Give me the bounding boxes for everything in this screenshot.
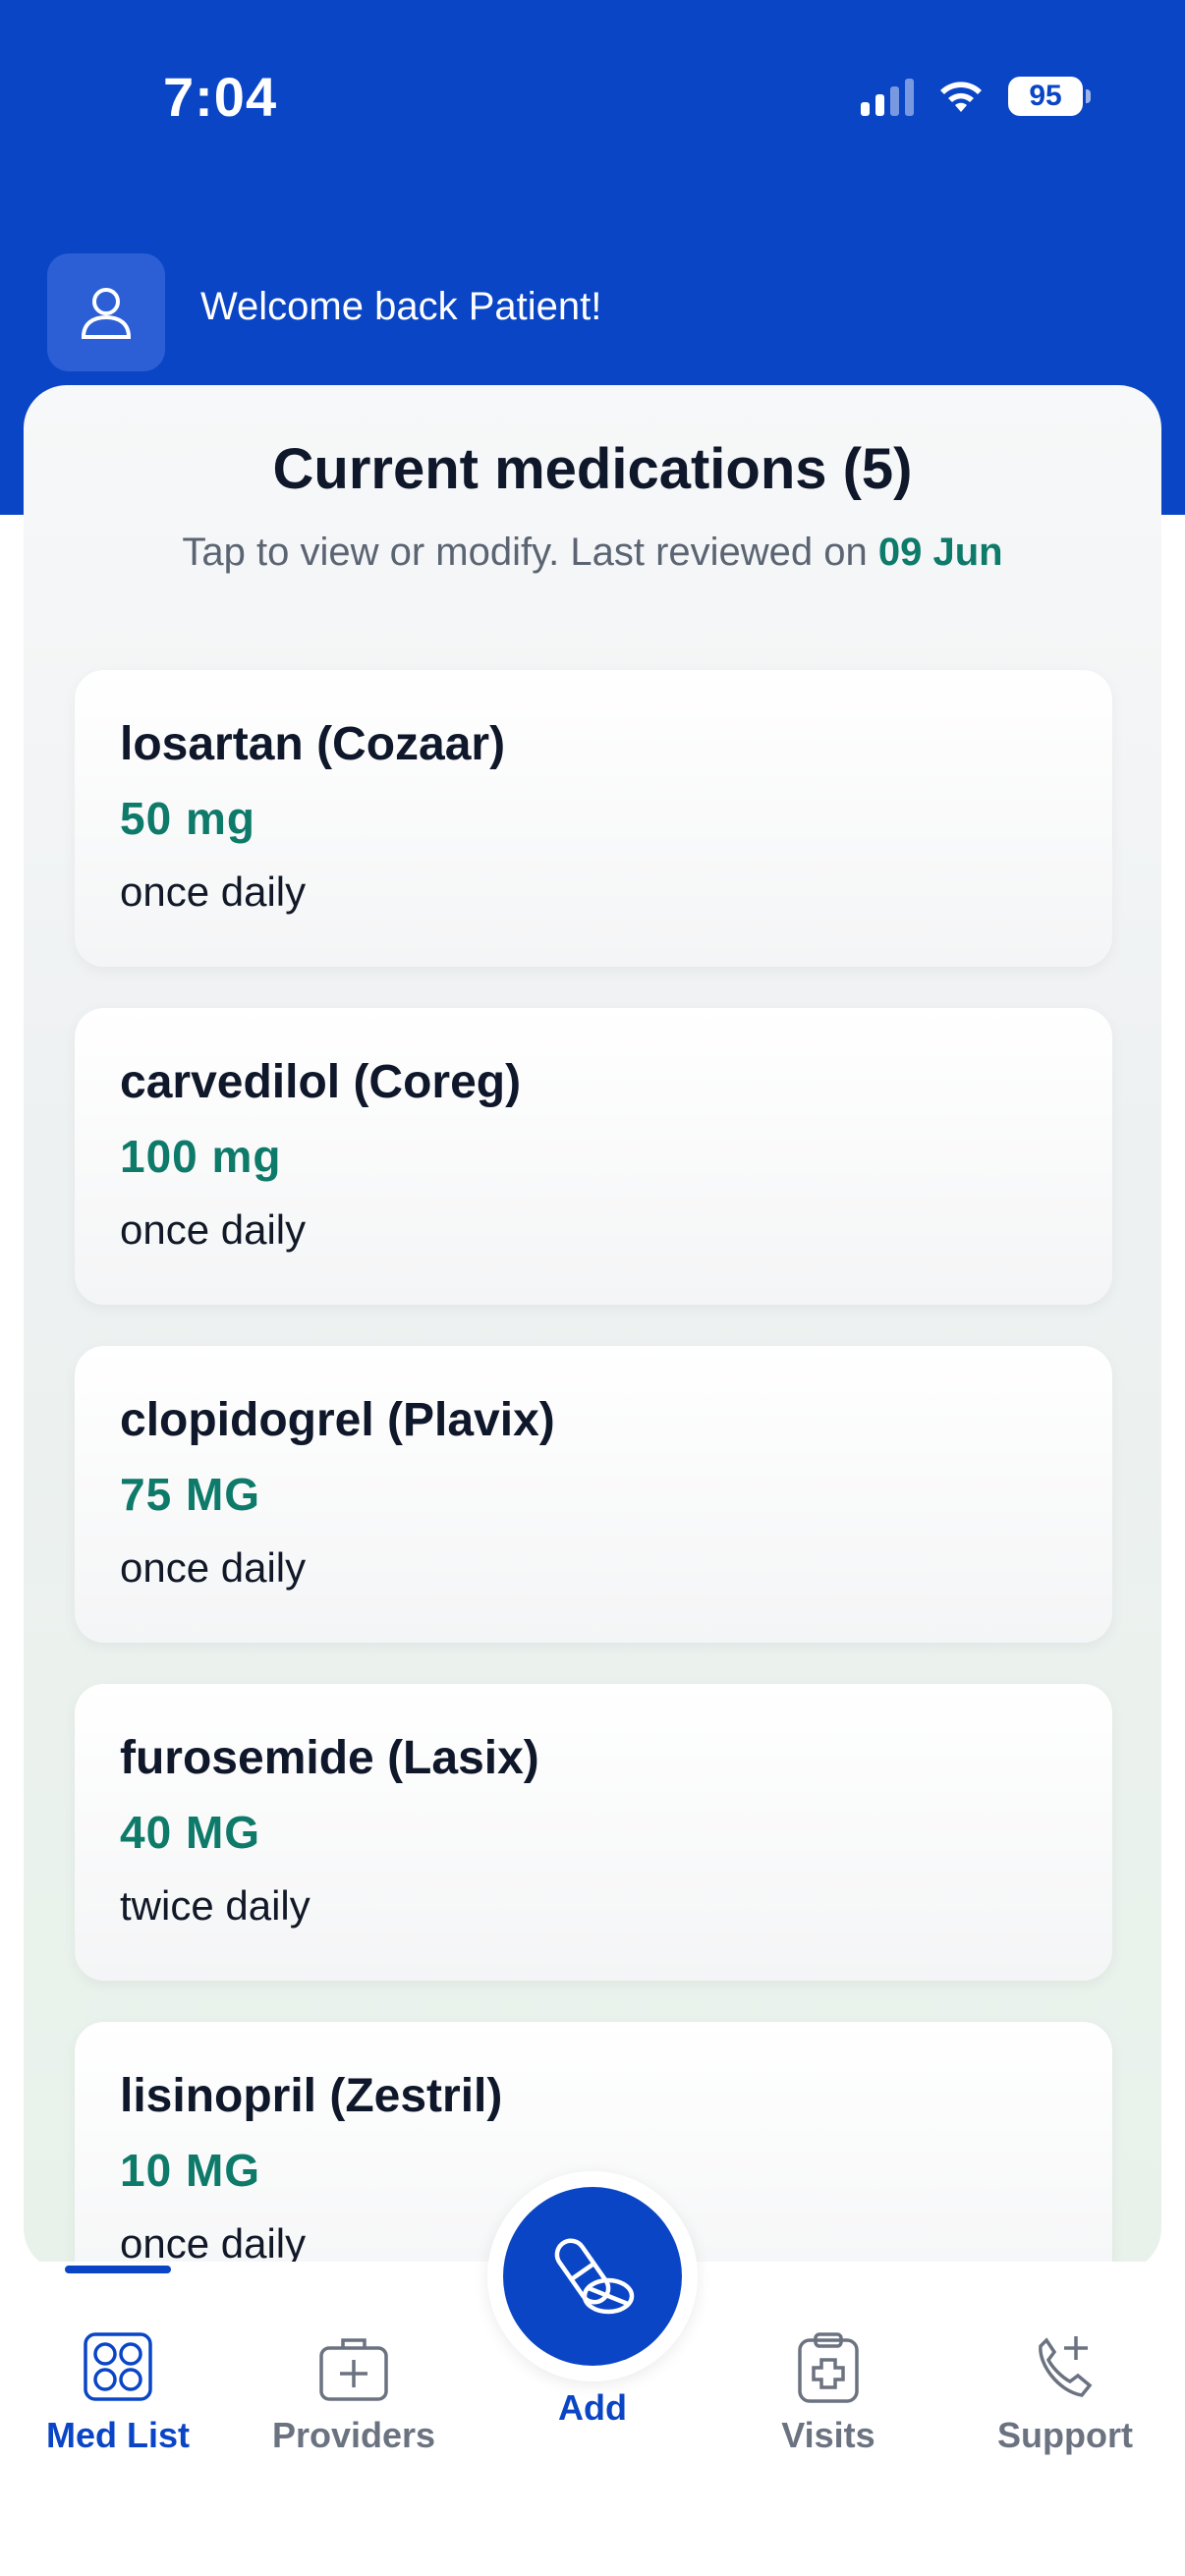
medication-dose: 50 mg <box>120 793 255 844</box>
medication-card[interactable]: clopidogrel (Plavix) 75 MG once daily <box>75 1346 1112 1643</box>
medication-frequency: twice daily <box>120 1882 310 1929</box>
add-button[interactable] <box>487 2171 698 2381</box>
nav-providers[interactable]: Providers <box>255 2330 452 2456</box>
medication-frequency: once daily <box>120 2220 307 2267</box>
nav-label: Visits <box>781 2415 875 2455</box>
medication-name: losartan (Cozaar) <box>120 718 506 770</box>
page-title: Current medications (5) <box>272 437 913 501</box>
add-button-circle <box>503 2187 682 2366</box>
subtitle-prefix: Tap to view or modify. Last reviewed on <box>182 531 878 574</box>
welcome-text: Welcome back Patient! <box>200 285 602 328</box>
active-tab-indicator <box>65 2266 171 2273</box>
phone-plus-icon <box>1039 2336 1093 2397</box>
battery-icon: 95 <box>1008 77 1091 116</box>
medication-name: carvedilol (Coreg) <box>120 1056 522 1108</box>
nav-label: Support <box>997 2415 1133 2455</box>
clipboard-plus-icon <box>798 2332 859 2403</box>
last-reviewed-date: 09 Jun <box>877 531 1003 574</box>
wifi-icon <box>940 82 982 112</box>
status-time: 7:04 <box>163 66 278 128</box>
user-icon <box>81 288 132 339</box>
pill-organizer-icon <box>84 2332 152 2401</box>
medication-dose: 100 mg <box>120 1131 282 1182</box>
nav-med-list[interactable]: Med List <box>20 2330 216 2456</box>
medication-frequency: once daily <box>120 1544 307 1591</box>
nav-visits[interactable]: Visits <box>730 2330 927 2456</box>
avatar[interactable] <box>47 253 165 371</box>
nav-label-add[interactable]: Add <box>494 2387 691 2429</box>
medication-dose: 10 MG <box>120 2145 261 2196</box>
medication-dose: 40 MG <box>120 1807 261 1858</box>
nav-label: Med List <box>45 2415 190 2455</box>
nav-support[interactable]: Support <box>967 2330 1163 2456</box>
medication-dose: 75 MG <box>120 1469 261 1520</box>
nav-label: Providers <box>271 2415 436 2455</box>
last-reviewed-text: Tap to view or modify. Last reviewed on … <box>24 531 1161 575</box>
medical-bag-icon <box>319 2338 388 2401</box>
medication-card[interactable]: losartan (Cozaar) 50 mg once daily <box>75 670 1112 967</box>
medications-panel: Current medications (5) Tap to view or m… <box>24 385 1161 2271</box>
pills-icon <box>554 2238 635 2315</box>
medication-card[interactable]: carvedilol (Coreg) 100 mg once daily <box>75 1008 1112 1305</box>
medication-card[interactable]: furosemide (Lasix) 40 MG twice daily <box>75 1684 1112 1981</box>
status-icons: 95 <box>861 71 1091 122</box>
medication-name: clopidogrel (Plavix) <box>120 1394 555 1446</box>
medication-frequency: once daily <box>120 1206 307 1253</box>
medication-frequency: once daily <box>120 868 307 915</box>
cellular-signal-icon <box>861 77 914 116</box>
medication-name: furosemide (Lasix) <box>120 1732 539 1784</box>
medication-name: lisinopril (Zestril) <box>120 2070 503 2122</box>
